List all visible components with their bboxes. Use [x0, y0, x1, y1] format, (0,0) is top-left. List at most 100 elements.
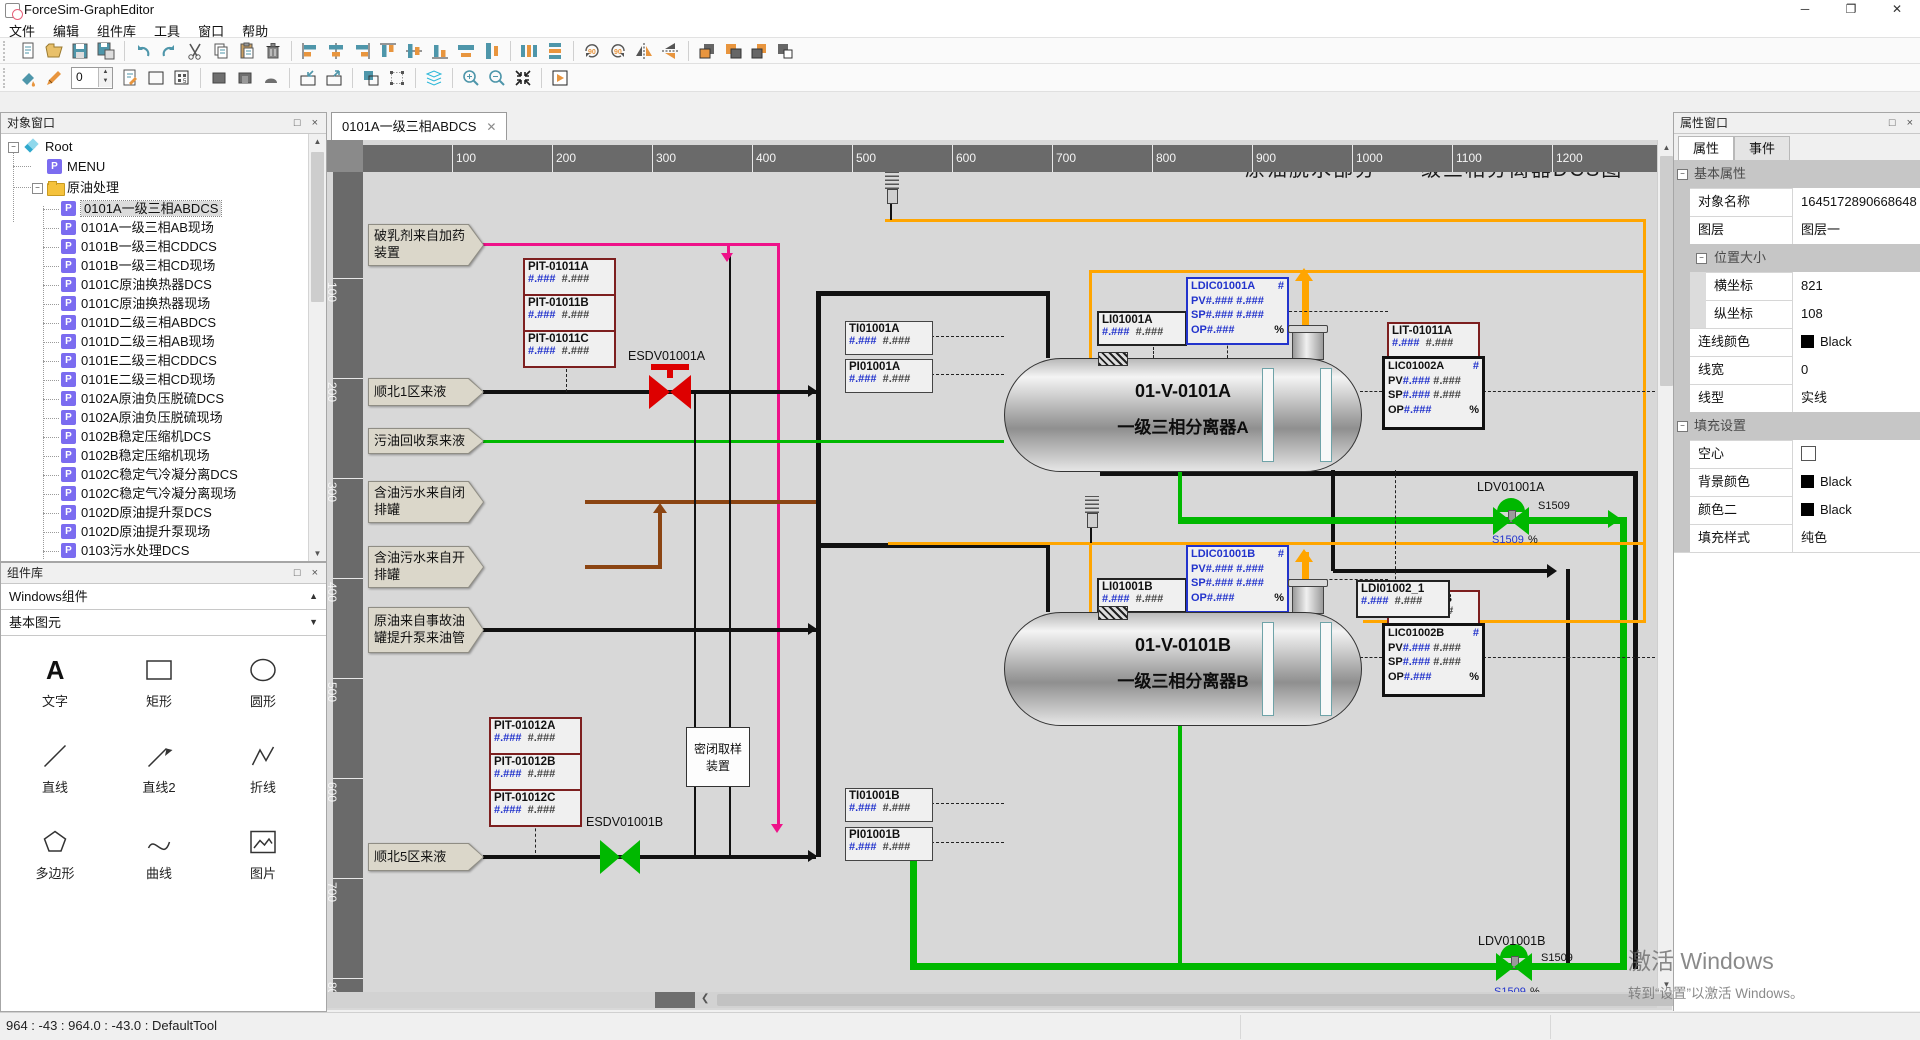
tree-item-15[interactable]: 0102C稳定气冷凝分离现场 — [1, 485, 308, 503]
controller-LDIC01001B[interactable]: LDIC01001B#PV#.### #.###SP#.### #.###OP#… — [1186, 545, 1289, 613]
diagram-text[interactable]: LDV01001A — [1477, 480, 1544, 494]
collapse-icon[interactable]: − — [1677, 169, 1688, 180]
vessel-01-V-0101A[interactable]: 01-V-0101A一级三相分离器A — [1004, 358, 1362, 472]
align-top-button[interactable] — [375, 40, 401, 62]
library-item-polyline[interactable]: 折线 — [213, 737, 313, 796]
diagram-text[interactable]: S1509 — [1538, 500, 1570, 512]
flow-tag[interactable]: 顺北1区来液 — [368, 378, 484, 406]
tree-scrollbar[interactable]: ▲ ▼ — [308, 134, 326, 561]
instrument-PIT-01011B[interactable]: PIT-01011B#.### #.### — [523, 294, 616, 332]
tree-item-2[interactable]: 0101B一级三相CDDCS — [1, 238, 308, 256]
valve-ESDV01001A[interactable] — [649, 375, 670, 409]
canvas-hscrollbar[interactable]: ❮ — [327, 992, 1657, 1008]
export-button[interactable] — [321, 67, 347, 89]
scroll-up-icon[interactable]: ▲ — [309, 134, 326, 149]
tree-item-17[interactable]: 0102D原油提升泵现场 — [1, 523, 308, 541]
copy-button[interactable] — [208, 40, 234, 62]
scene-b-button[interactable] — [232, 67, 258, 89]
panel-dock-close-icons[interactable]: □ × — [294, 113, 322, 133]
property-value[interactable]: 108 — [1792, 300, 1920, 328]
send-backward-button[interactable] — [772, 40, 798, 62]
valve-ESDV01001A[interactable] — [670, 375, 691, 409]
combine-button[interactable] — [358, 67, 384, 89]
vessel-01-V-0101B[interactable]: 01-V-0101B一级三相分离器B — [1004, 612, 1362, 726]
tree-item-1[interactable]: 0101A一级三相AB现场 — [1, 219, 308, 237]
diagram-text[interactable]: ESDV01001B — [586, 815, 663, 829]
rotate-cw-button[interactable]: 90 — [579, 40, 605, 62]
property-value[interactable]: 1645172890668648 — [1792, 188, 1920, 216]
property-value[interactable]: Black — [1792, 328, 1920, 356]
section-arrow-icon[interactable]: ▼ — [309, 610, 318, 635]
flow-tag[interactable]: 污油回收泵来液 — [368, 428, 484, 454]
diagram-text[interactable]: % — [1528, 534, 1538, 546]
maximize-button[interactable]: ❐ — [1828, 0, 1874, 19]
redo-button[interactable] — [156, 40, 182, 62]
library-item-circle[interactable]: 圆形 — [213, 651, 313, 710]
send-back-button[interactable] — [720, 40, 746, 62]
diagram-text[interactable]: LDV01001B — [1478, 934, 1545, 948]
section-arrow-icon[interactable]: ▲ — [309, 584, 318, 609]
tree-item-18[interactable]: 0103污水处理DCS — [1, 542, 308, 560]
tree-item-0[interactable]: 0101A一级三相ABDCS — [1, 200, 308, 218]
flip-v-button[interactable] — [657, 40, 683, 62]
diagram-text[interactable]: S1509 — [1492, 534, 1524, 546]
edit-button[interactable] — [117, 67, 143, 89]
flow-tag[interactable]: 原油来自事故油罐提升泵来油管 — [368, 607, 484, 653]
library-item-polygon[interactable]: 多边形 — [5, 823, 105, 882]
instrument-TI01001A[interactable]: TI01001A#.### #.### — [845, 321, 933, 355]
pencil-button[interactable] — [41, 67, 67, 89]
instrument-TI01001B[interactable]: TI01001B#.### #.### — [845, 788, 933, 822]
minimize-button[interactable]: ─ — [1782, 0, 1828, 19]
library-item-curve[interactable]: 曲线 — [109, 823, 209, 882]
collapse-icon[interactable]: − — [1677, 421, 1688, 432]
property-value[interactable]: 图层一 — [1792, 216, 1920, 244]
tree-item-14[interactable]: 0102C稳定气冷凝分离DCS — [1, 466, 308, 484]
save-as-button[interactable] — [93, 40, 119, 62]
bring-front-button[interactable] — [694, 40, 720, 62]
instrument-PIT-01011C[interactable]: PIT-01011C#.### #.### — [523, 330, 616, 368]
scene-c-button[interactable] — [258, 67, 284, 89]
flip-h-button[interactable] — [631, 40, 657, 62]
diagram-text[interactable]: ESDV01001A — [628, 349, 705, 363]
hscroll-left-arrow-icon[interactable]: ❮ — [701, 993, 709, 1004]
flow-tag[interactable]: 含油污水来自闭排罐 — [368, 481, 484, 523]
library-item-line2[interactable]: 直线2 — [109, 737, 209, 796]
tree-item-13[interactable]: 0102B稳定压缩机现场 — [1, 447, 308, 465]
save-button[interactable] — [67, 40, 93, 62]
instrument-PIT-01011A[interactable]: PIT-01011A#.### #.### — [523, 258, 616, 296]
anchors-button[interactable] — [384, 67, 410, 89]
layers-button[interactable] — [421, 67, 447, 89]
line-width-spinner[interactable]: 0▲▼ — [71, 67, 113, 89]
instrument-PI01001A[interactable]: PI01001A#.### #.### — [845, 359, 933, 393]
tree-item-6[interactable]: 0101D二级三相ABDCS — [1, 314, 308, 332]
zoom-fit-button[interactable] — [510, 67, 536, 89]
scroll-down-icon[interactable]: ▼ — [309, 546, 326, 561]
panel-dock-close-icons[interactable]: □ × — [1889, 113, 1917, 133]
panel-dock-close-icons[interactable]: □ × — [294, 563, 322, 583]
tree-item-9[interactable]: 0101E二级三相CD现场 — [1, 371, 308, 389]
new-button[interactable] — [15, 40, 41, 62]
instrument-PIT-01012B[interactable]: PIT-01012B#.### #.### — [489, 753, 582, 791]
tree-root[interactable]: Root — [1, 138, 308, 156]
scroll-thumb[interactable] — [311, 152, 324, 302]
drawing-canvas[interactable]: 破乳剂来自加药装置顺北1区来液污油回收泵来液含油污水来自闭排罐含油污水来自开排罐… — [327, 140, 1672, 1010]
tree-item-10[interactable]: 0102A原油负压脱硫DCS — [1, 390, 308, 408]
align-bottom-button[interactable] — [427, 40, 453, 62]
tree-item-7[interactable]: 0101D二级三相AB现场 — [1, 333, 308, 351]
property-value[interactable] — [1792, 440, 1920, 468]
tab-0101A[interactable]: 0101A一级三相ABDCS✕ — [331, 112, 507, 140]
fill-button[interactable] — [15, 67, 41, 89]
sampler-box[interactable]: 密闭取样装置 — [686, 727, 750, 787]
properties-tab-属性[interactable]: 属性 — [1678, 136, 1734, 162]
tree-expand-icon[interactable]: − — [8, 142, 19, 153]
distribute-v-button[interactable] — [542, 40, 568, 62]
tree-item-4[interactable]: 0101C原油换热器DCS — [1, 276, 308, 294]
zoom-out-button[interactable] — [484, 67, 510, 89]
property-value[interactable]: 821 — [1792, 272, 1920, 300]
tree-item-8[interactable]: 0101E二级三相CDDCS — [1, 352, 308, 370]
cut-button[interactable] — [182, 40, 208, 62]
instrument-PIT-01012A[interactable]: PIT-01012A#.### #.### — [489, 717, 582, 755]
select-rect-button[interactable] — [143, 67, 169, 89]
valve-LDV01001A[interactable] — [1493, 507, 1511, 535]
property-value[interactable]: 纯色 — [1792, 524, 1920, 552]
